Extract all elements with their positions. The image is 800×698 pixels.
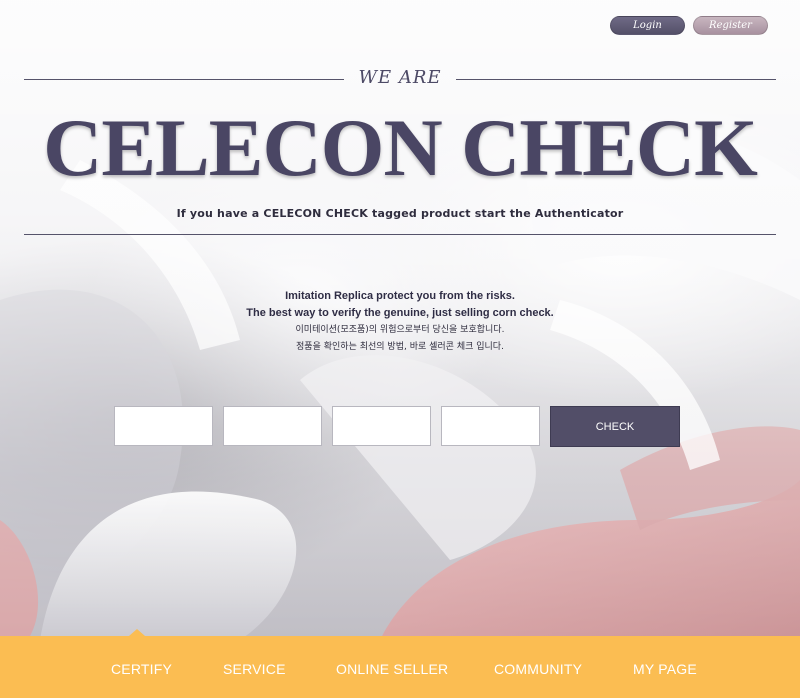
bottom-nav: CERTIFY SERVICE ONLINE SELLER COMMUNITY …	[0, 629, 800, 698]
nav-item-my-page[interactable]: MY PAGE	[633, 661, 697, 677]
code-input-1[interactable]	[114, 406, 213, 446]
nav-item-certify[interactable]: CERTIFY	[111, 661, 172, 677]
register-button[interactable]: Register	[693, 16, 768, 35]
info-text: Imitation Replica protect you from the r…	[0, 288, 800, 356]
hero-title: CELECON CHECK	[43, 102, 758, 193]
info-line-2: The best way to verify the genuine, just…	[246, 307, 554, 319]
nav-item-community[interactable]: COMMUNITY	[494, 661, 582, 677]
code-input-4[interactable]	[441, 406, 540, 446]
kicker-row: WE ARE	[24, 67, 776, 91]
info-line-4: 정품을 확인하는 최선의 방법, 바로 셀러콘 체크 입니다.	[296, 342, 504, 352]
divider-right	[456, 79, 776, 80]
hero-kicker: WE ARE	[358, 67, 442, 88]
check-button[interactable]: CHECK	[550, 406, 680, 447]
info-line-3: 이미테이션(모조품)의 위험으로부터 당신을 보호합니다.	[295, 325, 505, 335]
nav-item-service[interactable]: SERVICE	[223, 661, 286, 677]
info-line-1: Imitation Replica protect you from the r…	[285, 290, 515, 302]
code-input-3[interactable]	[332, 406, 431, 446]
active-indicator	[129, 629, 145, 636]
hero-tagline: If you have a CELECON CHECK tagged produ…	[176, 207, 624, 220]
code-input-2[interactable]	[223, 406, 322, 446]
auth-buttons: Login Register	[610, 16, 768, 35]
nav-item-online-seller[interactable]: ONLINE SELLER	[336, 661, 448, 677]
check-form: CHECK	[114, 406, 680, 447]
section-divider	[24, 234, 776, 235]
login-button[interactable]: Login	[610, 16, 685, 35]
